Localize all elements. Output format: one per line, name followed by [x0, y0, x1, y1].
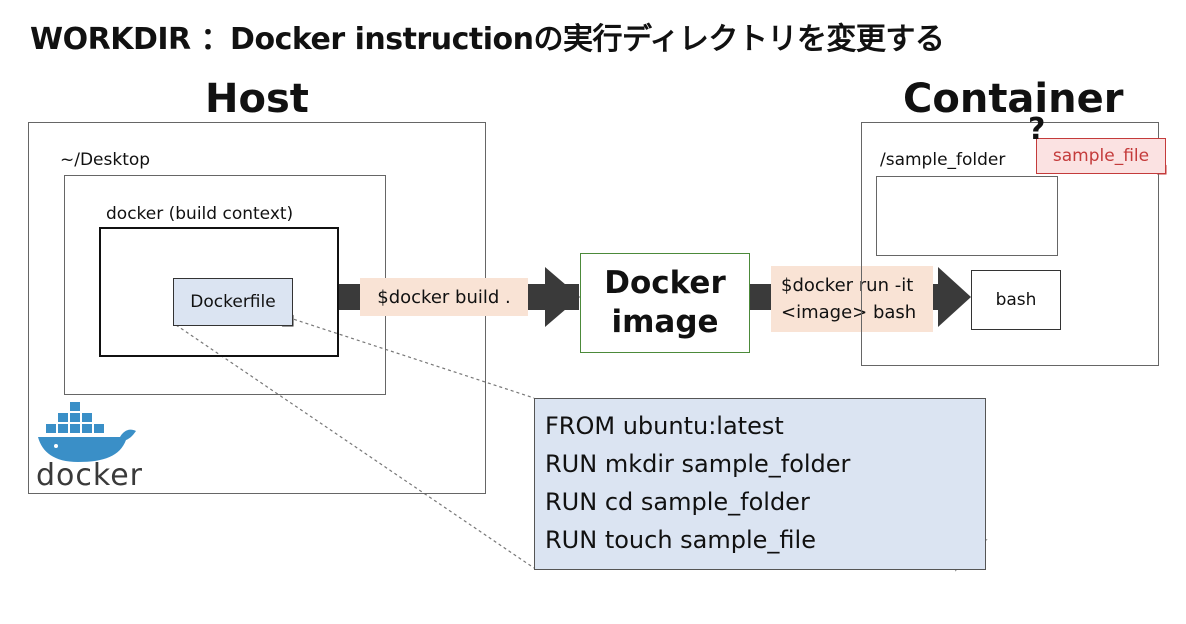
docker-image-line1: Docker	[604, 265, 726, 302]
sample-file-note: sample_file	[1036, 138, 1166, 174]
docker-image-line2: image	[611, 304, 719, 340]
build-context-label: docker (build context)	[106, 204, 294, 224]
question-mark: ?	[1028, 112, 1046, 147]
code-line: FROM ubuntu:latest	[545, 412, 784, 440]
docker-image-box: Docker image	[580, 253, 750, 353]
build-command: $docker build .	[360, 278, 528, 316]
container-label: Container	[903, 76, 1124, 122]
page-title: WORKDIR ：Docker instructionの実行ディレクトリを変更す…	[30, 22, 945, 57]
dockerfile-box: Dockerfile	[173, 278, 293, 326]
docker-logo-text: docker	[36, 458, 143, 493]
host-label: Host	[205, 76, 309, 122]
sample-folder-box	[876, 176, 1058, 256]
code-line: RUN cd sample_folder	[545, 488, 810, 516]
desktop-folder-label: ~/Desktop	[60, 150, 151, 170]
sample-folder-label: /sample_folder	[880, 150, 1006, 170]
code-line: RUN mkdir sample_folder	[545, 450, 851, 478]
dockerfile-contents-note: FROM ubuntu:latest RUN mkdir sample_fold…	[534, 398, 986, 570]
bash-box: bash	[971, 270, 1061, 330]
code-line: RUN touch sample_file	[545, 526, 816, 554]
